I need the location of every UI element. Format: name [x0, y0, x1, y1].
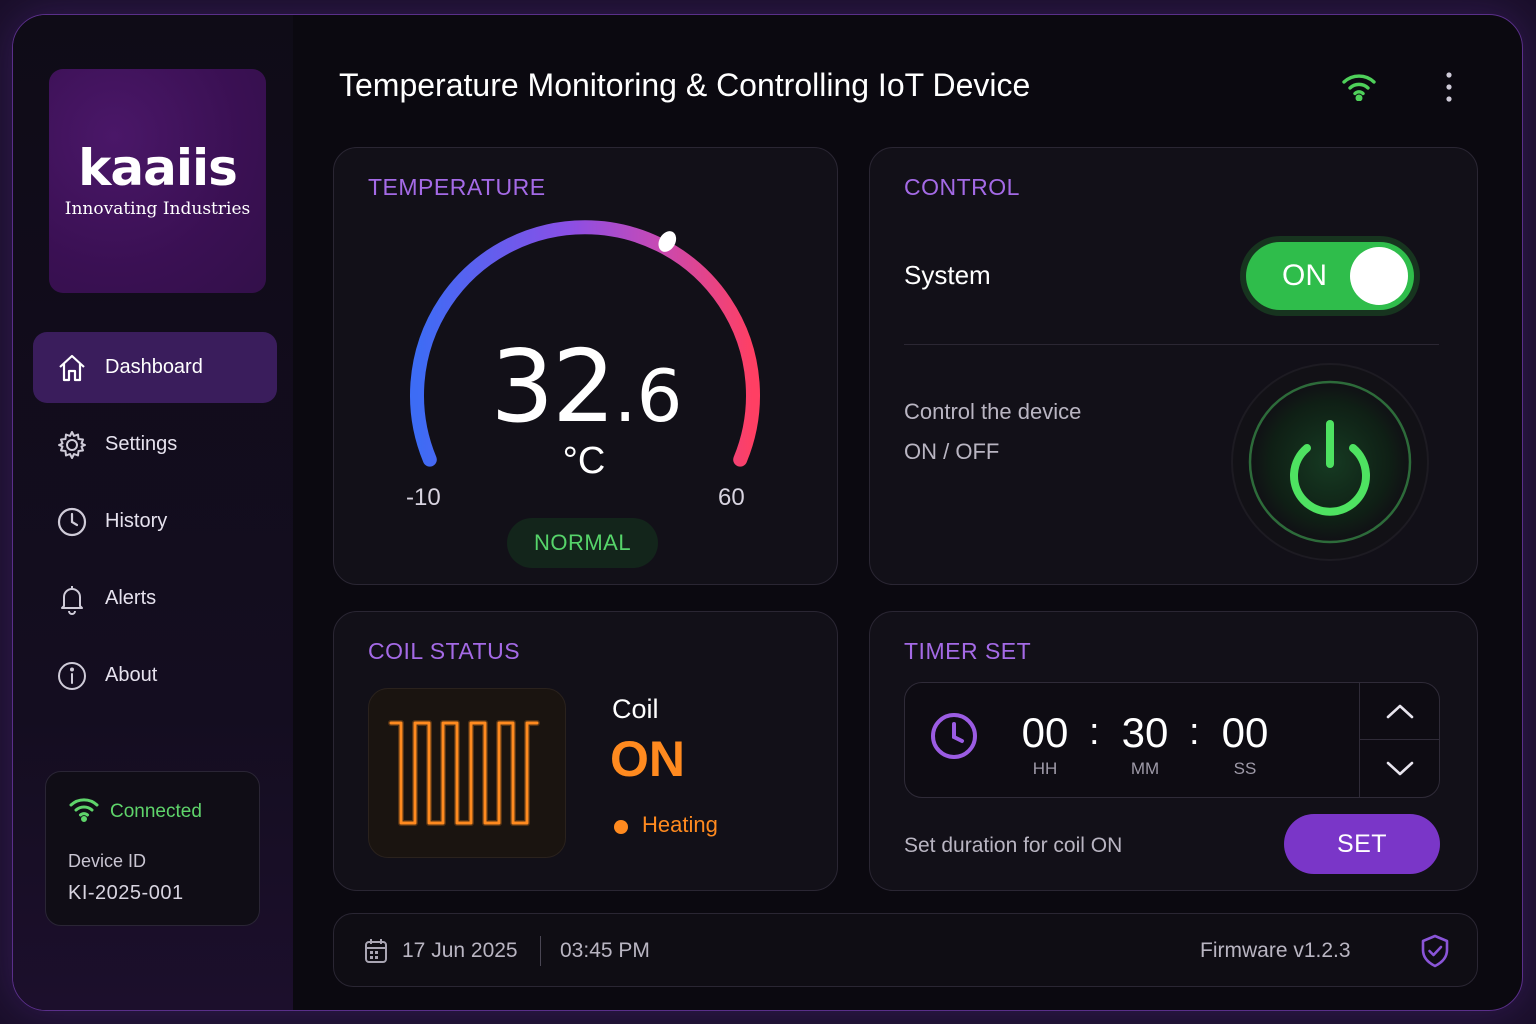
chevron-up-icon: [1386, 704, 1414, 719]
temperature-unit: °C: [562, 440, 606, 482]
timer-colon: :: [1189, 711, 1200, 753]
system-toggle[interactable]: ON: [1240, 236, 1420, 316]
status-badge: NORMAL: [507, 518, 658, 568]
sidebar-item-about[interactable]: About: [33, 640, 277, 711]
gauge-min-label: -10: [406, 484, 441, 511]
brand-name: kaaiis: [78, 139, 238, 197]
timer-minutes-label: MM: [1130, 759, 1160, 778]
timer-seconds[interactable]: 00 SS: [1205, 709, 1285, 779]
sidebar-item-alerts[interactable]: Alerts: [33, 563, 277, 634]
clock-icon: [929, 711, 979, 766]
more-menu-icon[interactable]: [1439, 71, 1459, 103]
gauge-max-label: 60: [718, 484, 745, 511]
timer-hours-label: HH: [1032, 759, 1058, 778]
increment-button[interactable]: [1360, 683, 1440, 740]
connection-panel: Connected Device ID KI-2025-001: [45, 771, 260, 926]
device-id: KI-2025-001: [68, 882, 184, 904]
power-button[interactable]: [1230, 362, 1430, 567]
footer-bar: 17 Jun 2025 03:45 PM Firmware v1.2.3: [333, 913, 1478, 987]
timer-title: TIMER SET: [904, 638, 1032, 664]
sidebar-item-history[interactable]: History: [33, 486, 277, 557]
coil-status-card: COIL STATUS Coil ON Heating: [333, 611, 838, 891]
temperature-decimal: .6: [613, 354, 683, 438]
coil-title: COIL STATUS: [368, 638, 521, 664]
shield-check-icon: [1420, 934, 1450, 973]
coil-state: ON: [610, 731, 685, 787]
heating-coil-icon: [368, 688, 566, 858]
footer-time: 03:45 PM: [560, 939, 650, 962]
control-title: CONTROL: [904, 174, 1020, 200]
timer-stepper: [1359, 683, 1440, 797]
temperature-card: TEMPERATURE 32.6 °C -10 60 NORMAL: [333, 147, 838, 585]
sidebar-item-label: About: [105, 664, 158, 686]
footer-separator: [540, 936, 541, 966]
sidebar-item-label: Settings: [105, 433, 178, 455]
timer-minutes[interactable]: 30 MM: [1105, 709, 1185, 779]
system-label: System: [904, 260, 991, 290]
timer-display: 00 HH : 30 MM : 00 SS: [904, 682, 1440, 798]
brand-tagline: Innovating Industries: [64, 199, 251, 219]
timer-minutes-value: 30: [1121, 709, 1169, 756]
home-icon: [55, 351, 89, 385]
coil-substate: Heating: [642, 812, 718, 837]
control-card: CONTROL System ON Control the device ON …: [869, 147, 1478, 585]
wifi-icon[interactable]: [1341, 71, 1377, 106]
toggle-state-label: ON: [1282, 259, 1327, 292]
gear-icon: [55, 428, 89, 462]
toggle-knob: [1350, 247, 1408, 305]
wifi-icon: [68, 796, 100, 827]
calendar-icon: [364, 938, 388, 969]
sidebar-item-label: Dashboard: [105, 356, 203, 378]
sidebar-nav: Dashboard Settings History Alerts About: [33, 332, 277, 717]
control-description: Control the device ON / OFF: [904, 392, 1081, 472]
decrement-button[interactable]: [1360, 740, 1440, 797]
timer-description: Set duration for coil ON: [904, 834, 1123, 857]
info-icon: [55, 659, 89, 693]
timer-hours[interactable]: 00 HH: [1005, 709, 1085, 779]
sidebar: kaaiis Innovating Industries Dashboard S…: [13, 15, 293, 1010]
device-id-label: Device ID: [68, 851, 147, 871]
coil-label: Coil: [612, 694, 659, 724]
connection-status: Connected: [110, 800, 202, 822]
page-title: Temperature Monitoring & Controlling IoT…: [339, 67, 1031, 103]
temperature-value: 32.6: [334, 328, 839, 445]
timer-card: TIMER SET 00 HH : 30 MM : 00 SS Set dura…: [869, 611, 1478, 891]
timer-seconds-value: 00: [1221, 709, 1269, 756]
timer-hours-value: 00: [1021, 709, 1069, 756]
divider: [904, 344, 1439, 345]
set-button[interactable]: SET: [1284, 814, 1440, 874]
timer-seconds-label: SS: [1233, 759, 1257, 778]
brand-logo: kaaiis Innovating Industries: [49, 69, 266, 293]
control-description-line1: Control the device: [904, 399, 1082, 424]
footer-date: 17 Jun 2025: [402, 939, 518, 962]
chevron-down-icon: [1386, 761, 1414, 775]
sidebar-item-settings[interactable]: Settings: [33, 409, 277, 480]
status-dot: [614, 820, 628, 834]
sidebar-item-label: Alerts: [105, 587, 157, 609]
app-window: kaaiis Innovating Industries Dashboard S…: [12, 14, 1523, 1011]
firmware-version: Firmware v1.2.3: [1200, 939, 1351, 962]
sidebar-item-dashboard[interactable]: Dashboard: [33, 332, 277, 403]
temperature-integer: 32: [490, 328, 616, 445]
sidebar-item-label: History: [105, 510, 168, 532]
control-description-line2: ON / OFF: [904, 439, 1000, 464]
timer-colon: :: [1089, 711, 1100, 753]
bell-icon: [55, 582, 89, 616]
clock-icon: [55, 505, 89, 539]
